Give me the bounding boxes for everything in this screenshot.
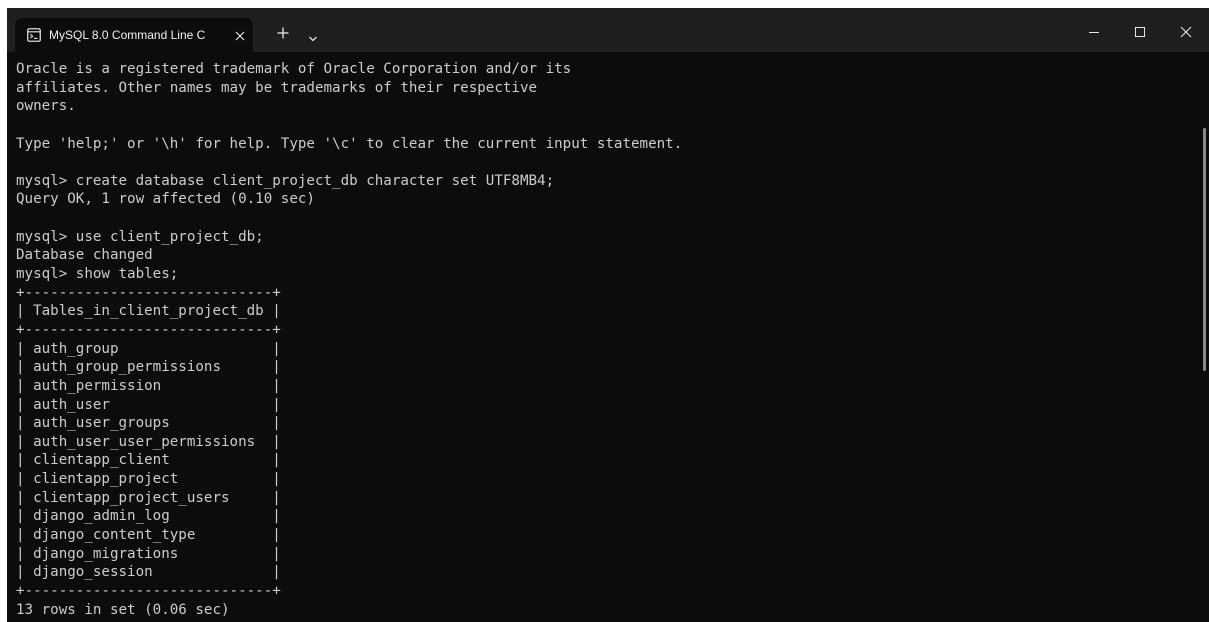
terminal-output[interactable]: Oracle is a registered trademark of Orac… (16, 60, 1196, 622)
terminal-line: | Tables_in_client_project_db | (16, 303, 281, 320)
terminal-line: +-----------------------------+ (16, 284, 281, 301)
close-button[interactable] (1163, 18, 1209, 46)
tab-mysql-command-line-client[interactable]: MySQL 8.0 Command Line Cli (15, 18, 253, 52)
terminal-line: | auth_user | (16, 396, 281, 413)
terminal-window: MySQL 8.0 Command Line Cli Oracle is a r… (7, 8, 1209, 622)
terminal-line: | clientapp_client | (16, 452, 281, 469)
close-icon (1180, 26, 1192, 38)
terminal-line: | auth_user_user_permissions | (16, 433, 281, 450)
terminal-line: | auth_user_groups | (16, 415, 281, 432)
plus-icon[interactable] (276, 26, 290, 40)
terminal-window-icon (27, 28, 41, 42)
terminal-line: | django_content_type | (16, 527, 281, 544)
terminal-line: Database changed (16, 247, 153, 264)
maximize-icon (1135, 27, 1145, 37)
terminal-line: +-----------------------------+ (16, 321, 281, 338)
minimize-button[interactable] (1071, 18, 1117, 46)
close-icon[interactable] (234, 29, 246, 41)
chevron-down-icon[interactable] (308, 30, 318, 42)
terminal-line: Type 'help;' or '\h' for help. Type '\c'… (16, 135, 683, 152)
terminal-line: | django_session | (16, 564, 281, 581)
terminal-line: 13 rows in set (0.06 sec) (16, 601, 230, 618)
terminal-line: Query OK, 1 row affected (0.10 sec) (16, 191, 315, 208)
vertical-scrollbar[interactable] (1203, 128, 1206, 371)
terminal-line: | auth_permission | (16, 377, 281, 394)
terminal-line: owners. (16, 98, 76, 115)
terminal-line: mysql> show tables; (16, 266, 179, 283)
minimize-icon (1089, 32, 1099, 33)
maximize-button[interactable] (1117, 18, 1163, 46)
terminal-line: mysql> create database client_project_db… (16, 172, 555, 189)
terminal-line: Oracle is a registered trademark of Orac… (16, 61, 572, 77)
terminal-line: | auth_group | (16, 340, 281, 357)
terminal-line: | django_admin_log | (16, 508, 281, 525)
title-bar: MySQL 8.0 Command Line Cli (7, 8, 1209, 52)
tab-title: MySQL 8.0 Command Line Cli (49, 28, 205, 42)
terminal-line: affiliates. Other names may be trademark… (16, 79, 538, 96)
terminal-line: | clientapp_project_users | (16, 489, 281, 506)
terminal-line: | auth_group_permissions | (16, 359, 281, 376)
terminal-line: | clientapp_project | (16, 471, 281, 488)
terminal-line: +-----------------------------+ (16, 582, 281, 599)
terminal-line: mysql> use client_project_db; (16, 228, 264, 245)
terminal-line: | django_migrations | (16, 545, 281, 562)
